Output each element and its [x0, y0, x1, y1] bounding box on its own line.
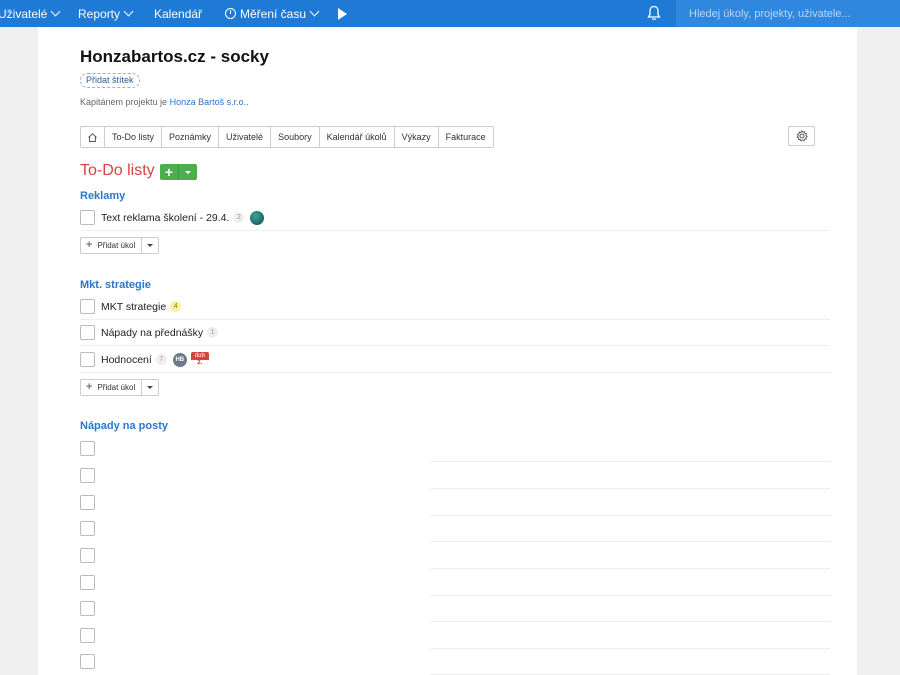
add-task-dropdown[interactable] — [142, 380, 158, 395]
section-title: To-Do listy — [80, 162, 155, 179]
tab-notes[interactable]: Poznámky — [162, 127, 220, 147]
task-row — [80, 569, 830, 596]
task-checkbox[interactable] — [80, 325, 95, 340]
caret-down-icon — [185, 170, 191, 174]
nav-users-label: Uživatelé — [0, 6, 48, 21]
chevron-down-icon — [50, 6, 61, 17]
add-task-label: Přidat úkol — [97, 241, 136, 250]
task-name[interactable]: Hodnocení — [101, 354, 152, 366]
page-title: Honzabartos.cz - socky — [80, 47, 269, 66]
due-date-month: dub — [190, 352, 209, 360]
task-checkbox[interactable] — [80, 440, 95, 456]
add-task-button[interactable]: + Přidat úkol — [81, 238, 143, 253]
task-name[interactable]: Nápady na přednášky — [101, 327, 203, 339]
comment-count-badge: 7 — [155, 354, 167, 365]
task-name[interactable]: Text reklama školení - 29.4. — [101, 212, 229, 224]
add-list-button[interactable]: + — [160, 164, 179, 180]
avatar — [250, 210, 265, 225]
task-checkbox[interactable] — [80, 653, 95, 669]
task-row — [80, 515, 830, 542]
list-title[interactable]: Nápady na posty — [80, 420, 168, 432]
task-row — [80, 462, 830, 489]
task-checkbox[interactable] — [80, 299, 95, 314]
task-row — [80, 489, 830, 516]
tab-task-calendar[interactable]: Kalendář úkolů — [320, 127, 395, 147]
task-row — [80, 542, 830, 569]
nav-reports[interactable]: Reporty — [78, 0, 134, 27]
home-icon — [88, 132, 97, 142]
add-list-group: + — [160, 164, 197, 180]
add-task-group: + Přidat úkol — [80, 237, 160, 254]
task-checkbox[interactable] — [80, 210, 95, 225]
comment-count-badge: 4 — [170, 301, 182, 312]
project-owner-line: Kapitánem projektu je Honza Bartoš s.r.o… — [80, 97, 249, 107]
owner-prefix: Kapitánem projektu je — [80, 97, 168, 107]
chevron-down-icon — [123, 6, 134, 17]
due-date-day: 2. — [190, 360, 209, 367]
nav-calendar[interactable]: Kalendář — [154, 0, 202, 27]
task-row: MKT strategie 4 — [80, 294, 830, 320]
tab-users[interactable]: Uživatelé — [219, 127, 272, 147]
nav-users[interactable]: Uživatelé — [0, 0, 61, 27]
add-task-group: + Přidat úkol — [80, 379, 160, 396]
task-row: Hodnocení 7 HB dub 2. — [80, 347, 830, 373]
list-title[interactable]: Reklamy — [80, 190, 125, 202]
caret-down-icon — [147, 244, 154, 247]
list-title[interactable]: Mkt. strategie — [80, 279, 151, 291]
task-checkbox[interactable] — [80, 547, 95, 563]
task-row: Text reklama školení - 29.4. 2 — [80, 205, 830, 231]
add-list-dropdown[interactable] — [179, 164, 197, 180]
task-checkbox[interactable] — [80, 600, 95, 616]
task-row — [80, 622, 830, 649]
add-task-button[interactable]: + Přidat úkol — [81, 380, 143, 395]
nav-reports-label: Reporty — [78, 6, 121, 21]
plus-icon: + — [86, 239, 93, 251]
project-tabs: To-Do listy Poznámky Uživatelé Soubory K… — [80, 126, 494, 148]
nav-calendar-label: Kalendář — [154, 6, 203, 21]
tab-invoicing[interactable]: Fakturace — [439, 127, 493, 147]
task-checkbox[interactable] — [80, 467, 95, 483]
tab-reports[interactable]: Výkazy — [395, 127, 439, 147]
task-checkbox[interactable] — [80, 520, 95, 536]
owner-suffix: . — [246, 97, 249, 107]
chevron-down-icon — [309, 6, 320, 17]
top-navigation: Uživatelé Reporty Kalendář Měření času — [0, 0, 900, 27]
task-checkbox[interactable] — [80, 494, 95, 510]
task-name[interactable]: MKT strategie — [101, 301, 166, 313]
add-task-label: Přidat úkol — [97, 383, 136, 392]
nav-time-tracking[interactable]: Měření času — [225, 0, 320, 27]
nav-time-label: Měření času — [240, 6, 307, 21]
task-row — [80, 595, 830, 622]
gear-icon — [796, 130, 808, 142]
task-row — [80, 435, 830, 462]
comment-count-badge: 2 — [233, 212, 245, 223]
bell-icon[interactable] — [647, 5, 661, 21]
settings-button[interactable] — [788, 126, 815, 146]
main-panel: Honzabartos.cz - socky Přidat štítek Kap… — [38, 27, 857, 675]
tab-home[interactable] — [81, 127, 105, 147]
task-checkbox[interactable] — [80, 352, 95, 367]
task-checkbox[interactable] — [80, 627, 95, 643]
task-row — [80, 648, 830, 675]
stopwatch-icon — [225, 8, 236, 19]
due-date-badge: dub 2. — [190, 352, 209, 367]
play-icon[interactable] — [338, 8, 347, 20]
add-tag-button[interactable]: Přidat štítek — [80, 73, 140, 88]
tab-files[interactable]: Soubory — [271, 127, 320, 147]
search-input[interactable] — [676, 0, 900, 27]
task-checkbox[interactable] — [80, 574, 95, 590]
task-row: Nápady na přednášky 1 — [80, 320, 830, 346]
plus-icon: + — [86, 381, 93, 393]
owner-link[interactable]: Honza Bartoš s.r.o. — [170, 97, 247, 107]
avatar: HB — [172, 352, 187, 367]
add-task-dropdown[interactable] — [142, 238, 158, 253]
caret-down-icon — [147, 386, 154, 389]
tab-todo-lists[interactable]: To-Do listy — [105, 127, 163, 147]
comment-count-badge: 1 — [207, 327, 219, 338]
